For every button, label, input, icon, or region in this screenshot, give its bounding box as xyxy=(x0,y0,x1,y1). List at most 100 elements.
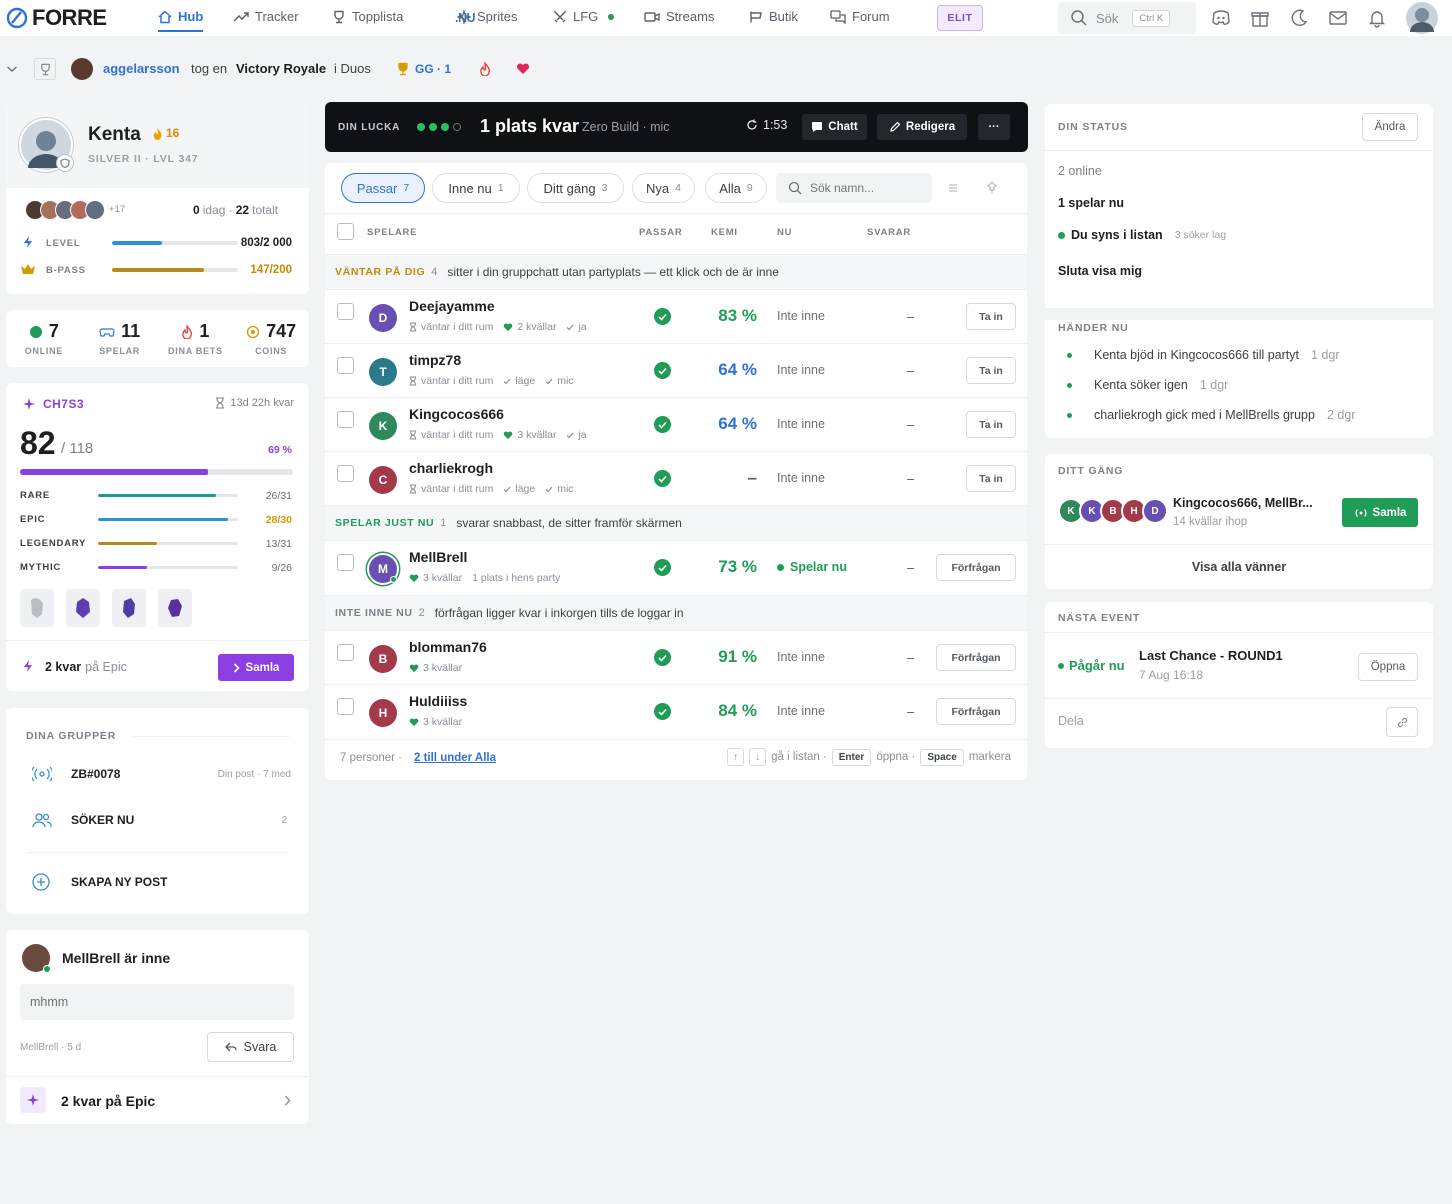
select-all-checkbox[interactable] xyxy=(337,223,354,240)
request-button[interactable]: Förfrågan xyxy=(936,698,1016,725)
player-avatar[interactable]: B xyxy=(369,645,397,673)
table-search[interactable] xyxy=(776,173,932,203)
site-logo[interactable]: FORRE .NU xyxy=(6,5,476,31)
invite-button[interactable]: Ta in xyxy=(966,357,1016,384)
nav-tracker[interactable]: Tracker xyxy=(233,9,299,24)
epic-link[interactable]: 2 kvar på Epic xyxy=(6,1076,309,1124)
gang-collect-button[interactable]: Samla xyxy=(1342,498,1418,527)
player-avatar[interactable]: D xyxy=(369,304,397,332)
feed-item[interactable]: Kenta bjöd in Kingcocos666 till partyt 1 … xyxy=(1067,348,1340,362)
stat-value: 11 xyxy=(121,321,141,341)
chat-button[interactable]: Chatt xyxy=(802,114,867,140)
filter-nya[interactable]: Nya 4 xyxy=(632,173,695,203)
request-button[interactable]: Förfrågan xyxy=(936,644,1016,671)
player-avatar[interactable]: K xyxy=(369,412,397,440)
more-button[interactable]: ··· xyxy=(978,114,1010,140)
heart-react-button[interactable] xyxy=(510,57,536,81)
player-avatar[interactable]: T xyxy=(369,358,397,386)
sprite-thumb[interactable] xyxy=(66,589,100,627)
moon-icon[interactable] xyxy=(1289,8,1309,28)
discord-icon[interactable] xyxy=(1211,8,1231,28)
invite-button[interactable]: Ta in xyxy=(966,465,1016,492)
activity-user-avatar[interactable] xyxy=(71,58,93,80)
row-checkbox[interactable] xyxy=(337,644,354,661)
request-button[interactable]: Förfrågan xyxy=(936,554,1016,581)
nav-hub[interactable]: Hub xyxy=(158,9,204,32)
footer-link[interactable]: 2 till under Alla xyxy=(414,752,496,764)
row-checkbox[interactable] xyxy=(337,554,354,571)
sprite-thumb[interactable] xyxy=(112,589,146,627)
nav-topplista[interactable]: Topplista xyxy=(332,9,403,24)
player-avatar[interactable]: C xyxy=(369,466,397,494)
open-event-button[interactable]: Öppna xyxy=(1358,653,1418,681)
feed-item[interactable]: charliekrogh gick med i MellBrells grupp… xyxy=(1067,408,1355,422)
feed-item[interactable]: Kenta söker igen 1 dgr xyxy=(1067,378,1228,392)
row-checkbox[interactable] xyxy=(337,698,354,715)
user-avatar[interactable] xyxy=(1406,2,1438,34)
table-row[interactable]: Bblomman76 3 kvällar 91 % Inte inne – Förfråg… xyxy=(325,630,1027,684)
invite-button[interactable]: Ta in xyxy=(966,411,1016,438)
activity-user-link[interactable]: aggelarsson xyxy=(103,61,180,76)
gang-avatars[interactable]: KKBHD xyxy=(1058,498,1168,524)
row-checkbox[interactable] xyxy=(337,411,354,428)
show-all-friends[interactable]: Visa alla vänner xyxy=(1045,560,1433,574)
player-name[interactable]: charliekrogh xyxy=(409,460,493,476)
row-checkbox[interactable] xyxy=(337,465,354,482)
gg-badge[interactable]: GG · 1 xyxy=(391,57,459,81)
table-row[interactable]: D Deejayamme väntar i ditt rum 2 kvällar ja 8… xyxy=(325,289,1027,343)
nav-butik[interactable]: Butik xyxy=(749,9,798,24)
gift-icon[interactable] xyxy=(1250,8,1270,28)
heart-icon xyxy=(409,718,419,727)
bell-icon[interactable] xyxy=(1367,8,1387,28)
reply-button[interactable]: Svara xyxy=(207,1032,294,1062)
table-row[interactable]: M MellBrell 3 kvällar 1 plats i hens party 7… xyxy=(325,540,1027,594)
create-post-item[interactable]: SKAPA NY POST xyxy=(26,868,291,896)
table-search-input[interactable] xyxy=(810,181,920,195)
elit-badge[interactable]: ELIT xyxy=(937,5,983,31)
global-search[interactable]: Sök Ctrl K xyxy=(1058,2,1196,34)
change-status-button[interactable]: Ändra xyxy=(1362,113,1418,141)
player-name[interactable]: Deejayamme xyxy=(409,298,495,314)
pin-icon[interactable] xyxy=(986,181,998,194)
footer-count: 7 personer · xyxy=(340,752,403,764)
filter-passar[interactable]: Passar 7 xyxy=(341,173,425,203)
stat-spelar[interactable]: 11 SPELAR xyxy=(82,310,158,367)
group-item-soker[interactable]: SÖKER NU 2 xyxy=(26,806,291,834)
list-view-icon[interactable] xyxy=(947,182,959,194)
filter-ditt-gäng[interactable]: Ditt gäng 3 xyxy=(527,173,624,203)
table-row[interactable]: K Kingcocos666 väntar i ditt rum 3 kvällar j… xyxy=(325,397,1027,451)
response-value: – xyxy=(907,309,915,324)
stop-showing-link[interactable]: Sluta visa mig xyxy=(1058,264,1142,278)
player-name[interactable]: MellBrell xyxy=(409,549,467,565)
filter-inne-nu[interactable]: Inne nu 1 xyxy=(432,173,520,203)
fire-react-button[interactable] xyxy=(472,57,498,81)
table-row[interactable]: Ccharliekrogh väntar i ditt rum läge mic – In… xyxy=(325,451,1027,505)
player-name[interactable]: Huldiiiss xyxy=(409,693,467,709)
player-name[interactable]: Kingcocos666 xyxy=(409,406,504,422)
sprite-thumb[interactable] xyxy=(20,589,54,627)
row-checkbox[interactable] xyxy=(337,357,354,374)
nav-lfg[interactable]: LFG xyxy=(553,9,615,24)
stat-dina-bets[interactable]: 1 DINA BETS xyxy=(158,310,234,367)
mail-icon[interactable] xyxy=(1328,8,1348,28)
filter-alla[interactable]: Alla 9 xyxy=(705,173,767,203)
copy-link-button[interactable] xyxy=(1386,707,1418,737)
friends-avatars[interactable]: +17 xyxy=(25,200,125,220)
invite-button[interactable]: Ta in xyxy=(966,303,1016,330)
group-item-zb[interactable]: ZB#0078 Din post · 7 med xyxy=(26,760,291,788)
table-row[interactable]: H Huldiiiss 3 kvällar 84 % Inte inne – Förfråg… xyxy=(325,684,1027,738)
nav-sprites[interactable]: Sprites xyxy=(457,9,517,24)
table-row[interactable]: Ttimpz78 väntar i ditt rum läge mic 64 % Inte… xyxy=(325,343,1027,397)
nav-streams[interactable]: Streams xyxy=(644,9,714,24)
collapse-chevron-icon[interactable] xyxy=(6,63,18,75)
player-name[interactable]: timpz78 xyxy=(409,352,461,368)
row-checkbox[interactable] xyxy=(337,303,354,320)
nav-forum[interactable]: Forum xyxy=(830,9,890,24)
collect-button[interactable]: Samla xyxy=(218,654,294,681)
player-name[interactable]: blomman76 xyxy=(409,639,487,655)
player-avatar[interactable]: H xyxy=(369,699,397,727)
stat-coins[interactable]: 747 COINS xyxy=(233,310,309,367)
sprite-thumb[interactable] xyxy=(158,589,192,627)
stat-online[interactable]: 7 ONLINE xyxy=(6,310,82,367)
edit-button[interactable]: Redigera xyxy=(877,114,967,140)
